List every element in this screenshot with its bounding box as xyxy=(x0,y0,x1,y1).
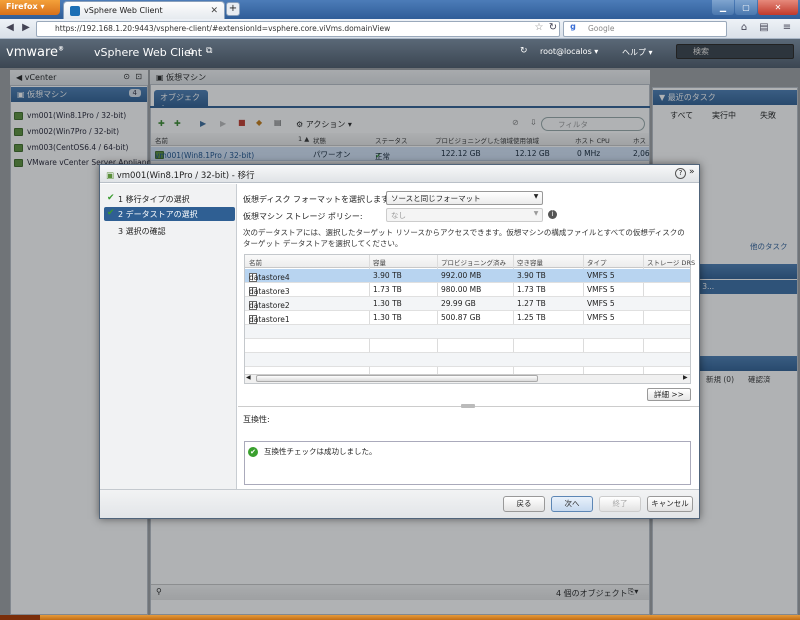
bookmarks-menu-icon[interactable]: ▤ xyxy=(757,22,771,36)
column-header[interactable]: 名前 xyxy=(249,257,262,267)
success-check-icon: ✔ xyxy=(248,446,258,457)
next-button[interactable]: 次へ xyxy=(551,496,593,512)
storage-policy-select[interactable]: なし ▼ xyxy=(386,208,543,222)
home-icon[interactable]: ⌂ xyxy=(737,22,751,36)
free-cell: 1.27 TB xyxy=(517,299,546,308)
free-cell: 1.25 TB xyxy=(517,313,546,322)
details-button[interactable]: 詳細 >> xyxy=(647,388,691,401)
product-title: vSphere Web Client xyxy=(94,46,203,59)
url-bar[interactable]: https://192.168.1.20:9443/vsphere-client… xyxy=(36,21,560,37)
wizard-step-2[interactable]: ✔ 2 データストアの選択 xyxy=(104,207,235,221)
empty-row xyxy=(245,339,690,353)
provisioned-cell: 500.87 GB xyxy=(441,313,481,322)
free-cell: 3.90 TB xyxy=(517,271,546,280)
shortcuts-icon[interactable]: ⧉ xyxy=(206,46,212,56)
check-icon: ✔ xyxy=(107,208,115,218)
start-button[interactable] xyxy=(0,615,40,620)
datastore-row[interactable]: datastore3 1.73 TB 980.00 MB 1.73 TB VMF… xyxy=(245,283,690,297)
maximize-icon[interactable]: ▢ xyxy=(735,0,757,15)
help-icon[interactable]: ? xyxy=(675,168,686,179)
capacity-cell: 3.90 TB xyxy=(373,271,402,280)
provisioned-cell: 980.00 MB xyxy=(441,285,482,294)
forward-icon[interactable]: ▶ xyxy=(19,22,33,36)
datastore-row[interactable]: datastore4 3.90 TB 992.00 MB 3.90 TB VMF… xyxy=(245,269,690,283)
tab-title: vSphere Web Client xyxy=(84,6,163,15)
column-header[interactable]: 容量 xyxy=(373,257,386,267)
column-header[interactable]: 空き容量 xyxy=(517,257,543,267)
datastore-grid-header: 名前 容量 プロビジョニング済み 空き容量 タイプ ストレージ DRS xyxy=(245,255,695,268)
expand-icon[interactable]: » xyxy=(689,167,695,177)
wizard-step-1[interactable]: ✔ 1 移行タイプの選択 xyxy=(104,192,235,206)
type-cell: VMFS 5 xyxy=(587,271,615,280)
help-menu[interactable]: ヘルプ ▾ xyxy=(622,47,653,58)
vmware-logo: vmware® xyxy=(6,45,65,60)
os-taskbar xyxy=(0,615,800,620)
provisioned-cell: 29.99 GB xyxy=(441,299,476,308)
close-window-icon[interactable]: ✕ xyxy=(758,0,798,15)
menu-icon[interactable]: ≡ xyxy=(780,22,794,36)
back-button[interactable]: 戻る xyxy=(503,496,545,512)
browser-tab[interactable]: vSphere Web Client ✕ xyxy=(63,1,225,19)
bookmark-star-icon[interactable]: ☆ xyxy=(532,22,546,36)
scroll-right-icon[interactable]: ▶ xyxy=(683,374,688,381)
chevron-down-icon: ▼ xyxy=(533,193,539,200)
new-tab-button[interactable]: + xyxy=(226,2,240,16)
provisioned-cell: 992.00 MB xyxy=(441,271,482,280)
splitter-grip[interactable] xyxy=(461,404,475,408)
chevron-down-icon: ▼ xyxy=(533,210,539,217)
datastore-row[interactable]: datastore2 1.30 TB 29.99 GB 1.27 TB VMFS… xyxy=(245,297,690,311)
scroll-left-icon[interactable]: ◀ xyxy=(246,374,251,381)
column-header[interactable]: プロビジョニング済み xyxy=(441,257,506,267)
type-cell: VMFS 5 xyxy=(587,299,615,308)
disk-format-select[interactable]: ソースと同じフォーマット ▼ xyxy=(386,191,543,205)
user-menu[interactable]: root@localos ▾ xyxy=(540,47,598,56)
finish-button[interactable]: 終了 xyxy=(599,496,641,512)
column-header[interactable]: タイプ xyxy=(587,257,607,267)
google-icon: g xyxy=(570,22,576,31)
capacity-cell: 1.30 TB xyxy=(373,313,402,322)
capacity-cell: 1.30 TB xyxy=(373,299,402,308)
back-icon[interactable]: ◀ xyxy=(3,22,17,36)
datastore-description: 次のデータストアには、選択したターゲット リソースからアクセスできます。仮想マシ… xyxy=(243,228,685,248)
datastore-row[interactable]: datastore1 1.30 TB 500.87 GB 1.25 TB VMF… xyxy=(245,311,690,325)
vm-icon: ▣ xyxy=(106,171,115,181)
storage-policy-label: 仮想マシン ストレージ ポリシー: xyxy=(243,212,363,221)
vsphere-favicon-icon xyxy=(70,5,80,16)
info-icon[interactable]: i xyxy=(548,210,557,219)
browser-search-box[interactable]: Google xyxy=(563,21,727,37)
refresh-icon[interactable]: ↻ xyxy=(520,46,528,56)
scrollbar-thumb[interactable] xyxy=(256,375,538,382)
type-cell: VMFS 5 xyxy=(587,313,615,322)
global-search-input[interactable]: 検索 xyxy=(676,44,794,59)
reload-icon[interactable]: ↻ xyxy=(546,22,560,36)
compatibility-result: ✔ 互換性チェックは成功しました。 xyxy=(248,446,377,457)
compatibility-label: 互換性: xyxy=(243,415,270,424)
empty-row xyxy=(245,353,690,367)
free-cell: 1.73 TB xyxy=(517,285,546,294)
check-icon: ✔ xyxy=(107,193,115,203)
column-header[interactable]: ストレージ DRS xyxy=(647,257,695,267)
empty-row xyxy=(245,325,690,339)
window-controls: ▁ ▢ ✕ xyxy=(712,0,798,16)
dialog-titlebar: ▣ vm001(Win8.1Pro / 32-bit) - 移行 xyxy=(100,165,699,183)
type-cell: VMFS 5 xyxy=(587,285,615,294)
wizard-step-3[interactable]: 3 選択の確認 xyxy=(104,224,235,238)
disk-format-label: 仮想ディスク フォーマットを選択します: xyxy=(243,195,392,204)
cancel-button[interactable]: キャンセル xyxy=(647,496,693,512)
capacity-cell: 1.73 TB xyxy=(373,285,402,294)
minimize-icon[interactable]: ▁ xyxy=(712,0,734,15)
close-tab-icon[interactable]: ✕ xyxy=(210,6,218,16)
firefox-menu-button[interactable]: Firefox ▾ xyxy=(0,0,60,15)
home-icon[interactable]: ⌂ xyxy=(188,46,194,57)
